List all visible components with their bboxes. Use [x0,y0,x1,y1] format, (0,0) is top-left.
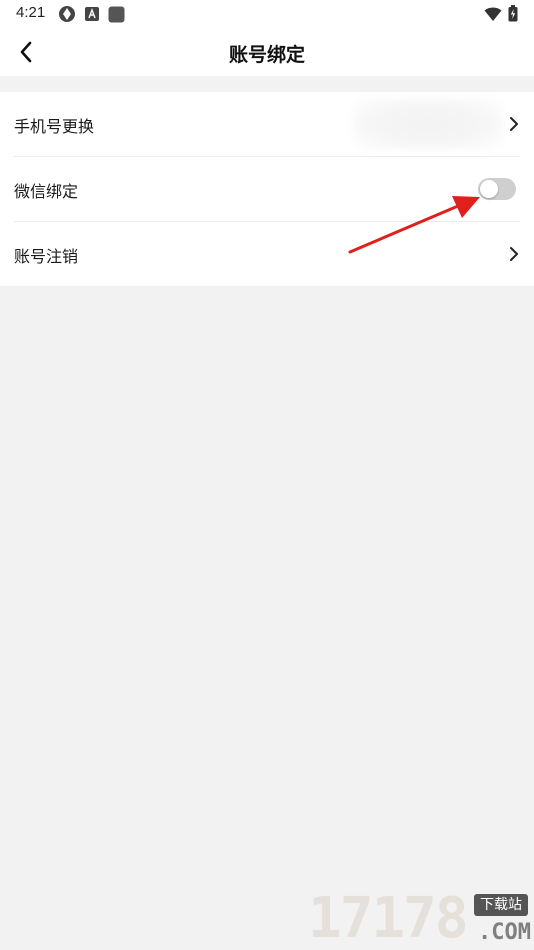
status-icons-right [484,5,518,22]
font-a-icon [85,7,99,21]
annotation-arrow-icon [348,196,480,254]
list-item-label: 账号注销 [14,247,79,266]
list-item-label: 手机号更换 [14,117,95,136]
list-item-label: 微信绑定 [14,182,79,201]
watermark-tag: 下载站 [474,894,528,916]
app-square-icon [108,6,125,22]
chevron-right-icon [510,247,518,261]
status-bar: 4:21 [0,0,534,28]
wifi-icon [484,7,502,21]
page-title: 账号绑定 [228,44,305,66]
watermark-logo: 17178 下载站 .COM [308,888,534,950]
aperture-icon [59,6,75,22]
watermark-digits: 17178 [308,886,469,950]
app-header: 账号绑定 [0,28,534,76]
battery-charging-icon [508,5,518,22]
status-time: 4:21 [16,4,46,21]
status-icons-left [58,5,125,23]
chevron-right-icon [510,117,518,131]
phone-number-blurred [352,98,504,150]
watermark-domain: .COM [478,920,531,945]
list-item-change-phone[interactable]: 手机号更换 [0,92,534,156]
